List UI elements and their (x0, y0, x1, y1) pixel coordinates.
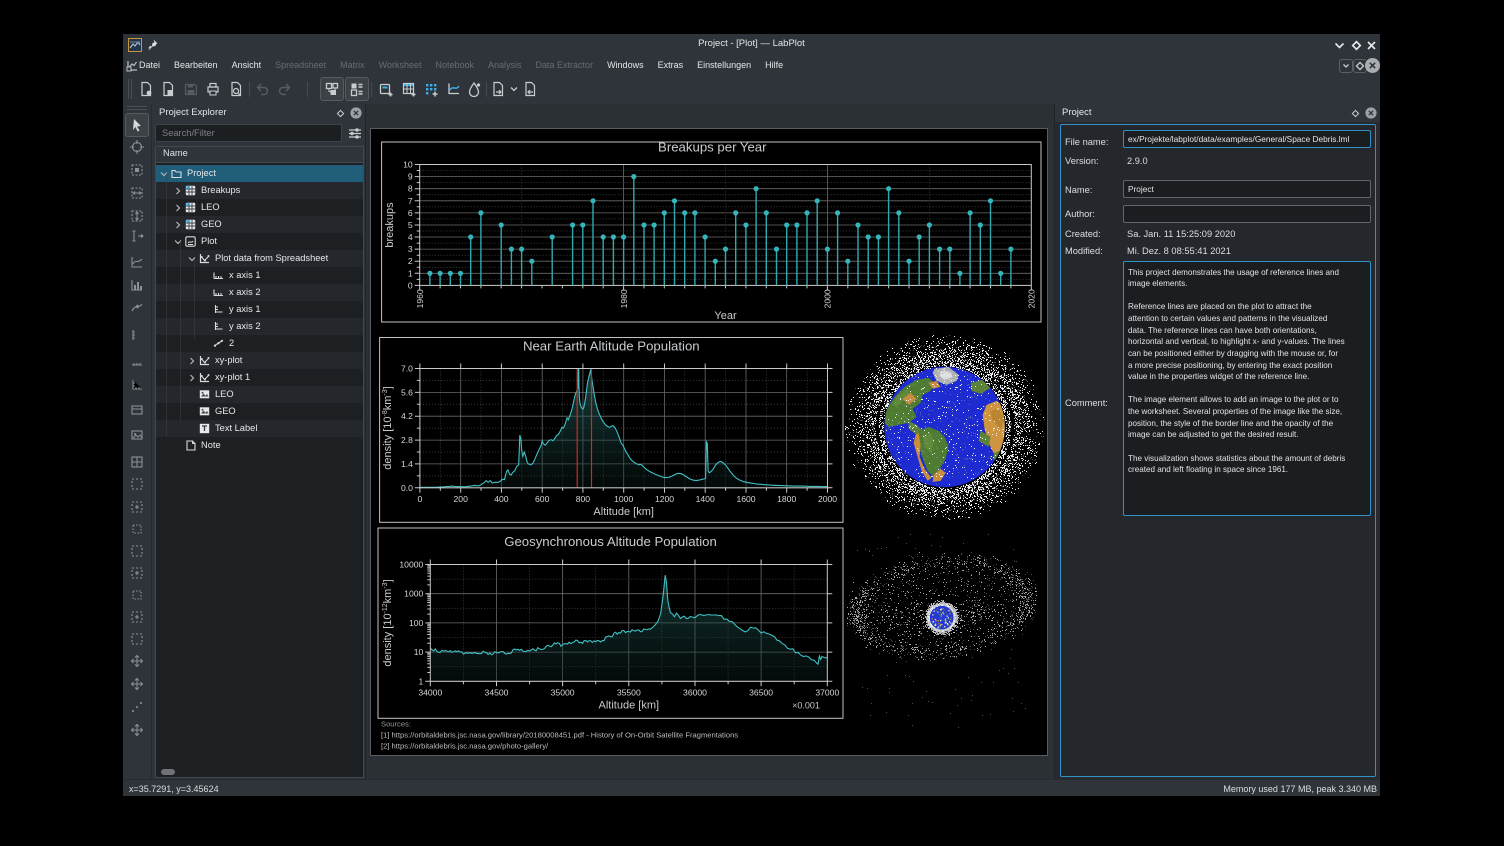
svg-text:2.8: 2.8 (401, 435, 413, 445)
svg-text:1000: 1000 (404, 589, 423, 599)
svg-text:Near Earth Altitude Population: Near Earth Altitude Population (523, 339, 700, 354)
svg-text:Altitude [km]: Altitude [km] (599, 699, 660, 711)
svg-text:8: 8 (408, 184, 413, 194)
svg-text:1: 1 (408, 268, 413, 278)
svg-text:0.0: 0.0 (401, 483, 413, 493)
svg-text:4: 4 (408, 232, 413, 242)
svg-text:1.4: 1.4 (401, 459, 413, 469)
svg-text:2000: 2000 (823, 289, 833, 308)
svg-text:36500: 36500 (749, 687, 773, 697)
svg-text:1400: 1400 (696, 494, 715, 504)
svg-text:Sources:: Sources: (381, 720, 411, 729)
svg-text:1980: 1980 (619, 289, 629, 308)
svg-text:7: 7 (408, 196, 413, 206)
svg-text:[1] https://orbitaldebris.jsc.: [1] https://orbitaldebris.jsc.nasa.gov/l… (381, 731, 738, 740)
svg-text:600: 600 (535, 494, 550, 504)
svg-text:4.2: 4.2 (401, 411, 413, 421)
svg-text:37000: 37000 (815, 687, 839, 697)
svg-text:Breakups per Year: Breakups per Year (658, 140, 767, 155)
svg-text:9: 9 (408, 172, 413, 182)
svg-text:1000: 1000 (614, 494, 633, 504)
svg-text:400: 400 (494, 494, 509, 504)
svg-text:6: 6 (408, 208, 413, 218)
svg-text:[2] https://orbitaldebris.jsc.: [2] https://orbitaldebris.jsc.nasa.gov/p… (381, 742, 549, 751)
svg-text:2000: 2000 (818, 494, 837, 504)
svg-text:800: 800 (576, 494, 591, 504)
svg-text:1800: 1800 (777, 494, 796, 504)
svg-text:2: 2 (408, 256, 413, 266)
svg-text:0: 0 (408, 280, 413, 290)
svg-text:Year: Year (714, 310, 737, 322)
svg-text:36000: 36000 (683, 687, 707, 697)
svg-text:×0.001: ×0.001 (792, 700, 820, 710)
svg-text:34000: 34000 (418, 687, 442, 697)
svg-text:density [10-8km-3]: density [10-8km-3] (382, 386, 394, 469)
svg-text:1960: 1960 (415, 289, 425, 308)
svg-text:7.0: 7.0 (401, 364, 413, 374)
svg-text:Altitude [km]: Altitude [km] (593, 506, 654, 518)
svg-text:34500: 34500 (485, 687, 509, 697)
svg-text:5: 5 (408, 220, 413, 230)
svg-text:2020: 2020 (1027, 289, 1037, 308)
svg-text:1200: 1200 (655, 494, 674, 504)
svg-text:breakups: breakups (384, 202, 396, 248)
svg-text:10000: 10000 (399, 560, 423, 570)
svg-text:5.6: 5.6 (401, 387, 413, 397)
svg-text:density [10-12km-3]: density [10-12km-3] (382, 579, 394, 666)
svg-text:100: 100 (409, 618, 424, 628)
svg-text:3: 3 (408, 244, 413, 254)
svg-text:10: 10 (414, 647, 424, 657)
svg-text:200: 200 (454, 494, 469, 504)
svg-text:1600: 1600 (736, 494, 755, 504)
svg-text:0: 0 (418, 494, 423, 504)
svg-text:35000: 35000 (551, 687, 575, 697)
svg-text:Geosynchronous Altitude Popula: Geosynchronous Altitude Population (504, 534, 717, 549)
svg-text:35500: 35500 (617, 687, 641, 697)
svg-text:1: 1 (419, 676, 424, 686)
svg-text:10: 10 (403, 160, 413, 170)
